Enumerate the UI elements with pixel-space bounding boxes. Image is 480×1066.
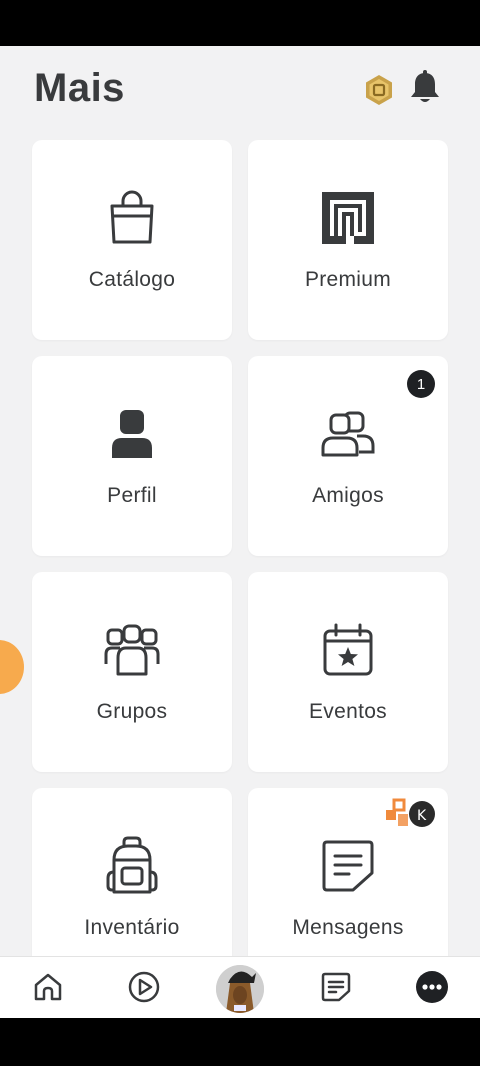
robux-icon[interactable]	[363, 74, 395, 106]
groups-icon	[100, 618, 164, 682]
tile-events[interactable]: Eventos	[248, 572, 448, 772]
tile-label: Premium	[304, 268, 392, 291]
avatar[interactable]	[216, 965, 264, 1013]
tile-label: Catálogo	[88, 268, 176, 291]
profile-icon	[100, 402, 164, 466]
premium-icon	[316, 186, 380, 250]
tile-catalog[interactable]: Catálogo	[32, 140, 232, 340]
tile-label: Perfil	[107, 484, 157, 507]
home-icon[interactable]	[28, 967, 68, 1007]
more-icon[interactable]	[412, 967, 452, 1007]
calendar-star-icon	[316, 618, 380, 682]
tile-profile[interactable]: Perfil	[32, 356, 232, 556]
page-title: Mais	[34, 66, 125, 110]
tile-label: Mensagens	[292, 916, 404, 939]
overlay-icons: K	[386, 798, 435, 827]
floating-orange-bubble[interactable]	[0, 640, 24, 694]
tile-premium[interactable]: Premium	[248, 140, 448, 340]
notification-badge: 1	[407, 370, 435, 398]
bell-icon[interactable]	[408, 70, 442, 106]
message-icon	[316, 834, 380, 898]
more-screen: Mais Catálogo Premium Perfil 1 Amigos Gr…	[0, 46, 480, 1018]
tile-label: Grupos	[96, 700, 168, 723]
backpack-icon	[100, 834, 164, 898]
tile-label: Inventário	[84, 916, 180, 939]
play-icon[interactable]	[124, 967, 164, 1007]
tile-friends[interactable]: 1 Amigos	[248, 356, 448, 556]
tile-label: Eventos	[309, 700, 387, 723]
tile-label: Amigos	[312, 484, 384, 507]
bottom-navbar	[0, 956, 480, 1018]
chat-icon[interactable]	[316, 967, 356, 1007]
tile-groups[interactable]: Grupos	[32, 572, 232, 772]
friends-icon	[316, 402, 380, 466]
svg-text:K: K	[417, 808, 427, 824]
shopping-bag-icon	[100, 186, 164, 250]
